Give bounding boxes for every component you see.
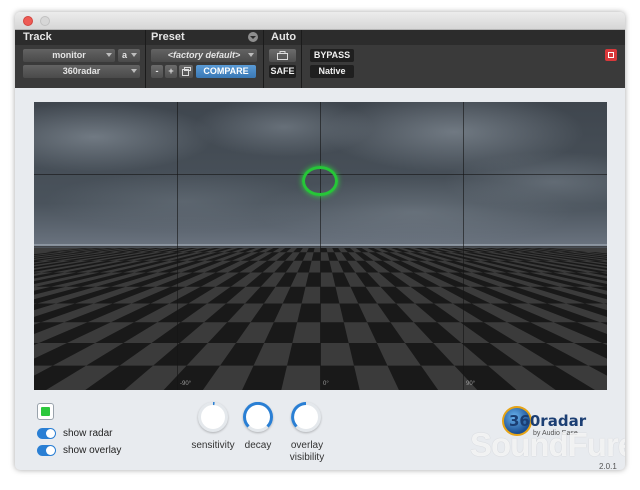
preset-dropdown-value: <factory default> xyxy=(167,50,241,60)
decay-knob[interactable] xyxy=(243,402,273,432)
header-divider xyxy=(263,30,264,88)
track-dropdown[interactable]: monitor xyxy=(23,49,115,62)
knob-arc-icon xyxy=(243,402,273,428)
version-label: 2.0.1 xyxy=(599,462,617,470)
plugin-dropdown[interactable]: 360radar xyxy=(23,65,140,78)
preset-dropdown[interactable]: <factory default> xyxy=(151,49,257,62)
degree-label-left: -90° xyxy=(180,381,192,387)
knob-arc-icon xyxy=(212,402,215,406)
overlay-visibility-label-line1: overlay xyxy=(290,440,324,451)
safe-button[interactable]: SAFE xyxy=(269,65,296,78)
copy-settings-button[interactable] xyxy=(179,65,193,78)
show-overlay-label: show overlay xyxy=(63,445,122,456)
grid-line-horizontal xyxy=(34,246,607,247)
track-label: Track xyxy=(23,31,52,43)
plugin-dropdown-value: 360radar xyxy=(62,66,101,76)
overlay-visibility-label: overlay visibility xyxy=(279,440,335,464)
auto-label: Auto xyxy=(271,31,297,43)
preset-menu-icon[interactable] xyxy=(248,32,258,42)
next-preset-button[interactable]: + xyxy=(165,65,177,78)
chevron-down-icon xyxy=(106,53,112,57)
automation-button[interactable] xyxy=(269,49,296,62)
show-overlay-toggle[interactable] xyxy=(37,445,56,456)
chevron-down-icon xyxy=(131,69,137,73)
sensitivity-knob[interactable] xyxy=(198,402,228,432)
track-dropdown-value: monitor xyxy=(52,50,86,60)
chevron-down-icon xyxy=(248,53,254,57)
overlay-visibility-label-line2: visibility xyxy=(289,452,325,463)
show-radar-label: show radar xyxy=(63,428,113,439)
title-bar xyxy=(15,12,625,30)
status-indicator[interactable] xyxy=(37,403,54,420)
header-labels-row: Track Preset Auto xyxy=(15,30,625,45)
compare-button[interactable]: COMPARE xyxy=(196,65,256,78)
plugin-power-icon[interactable] xyxy=(605,49,617,61)
radar-viewport[interactable]: -90° 0° 90° xyxy=(34,102,607,390)
overlay-visibility-knob[interactable] xyxy=(291,402,321,432)
bypass-button[interactable]: BYPASS xyxy=(310,49,354,62)
degree-label-right: 90° xyxy=(466,381,476,387)
preset-label: Preset xyxy=(151,31,185,43)
bottom-controls: show radar show overlay sensitivity deca… xyxy=(15,392,625,470)
radar-blob xyxy=(302,166,338,196)
previous-preset-button[interactable]: - xyxy=(151,65,163,78)
chevron-down-icon xyxy=(131,53,137,57)
channel-dropdown-value: a xyxy=(122,50,128,60)
sensitivity-label: sensitivity xyxy=(191,440,235,451)
minimize-window-button[interactable] xyxy=(40,16,50,26)
close-window-button[interactable] xyxy=(23,16,33,26)
floor-tile xyxy=(320,322,349,343)
floor-tile xyxy=(287,342,321,366)
header-divider xyxy=(145,30,146,88)
show-radar-toggle[interactable] xyxy=(37,428,56,439)
floor-tile xyxy=(320,248,328,253)
product-logo: 360radar by Audio Ease SoundFure 2.0.1 xyxy=(467,402,625,470)
channel-dropdown[interactable]: a xyxy=(118,49,140,62)
knob-arc-icon xyxy=(291,402,307,428)
watermark: SoundFure xyxy=(470,426,625,463)
plugin-window: Track Preset Auto monitor a 360radar <fa… xyxy=(15,12,625,470)
degree-label-center: 0° xyxy=(323,381,329,387)
copy-icon xyxy=(181,67,191,76)
header-divider xyxy=(301,30,302,88)
decay-label: decay xyxy=(244,440,272,451)
automation-icon xyxy=(277,51,288,60)
plugin-header: Track Preset Auto monitor a 360radar <fa… xyxy=(15,30,625,88)
native-indicator: Native xyxy=(310,65,354,78)
